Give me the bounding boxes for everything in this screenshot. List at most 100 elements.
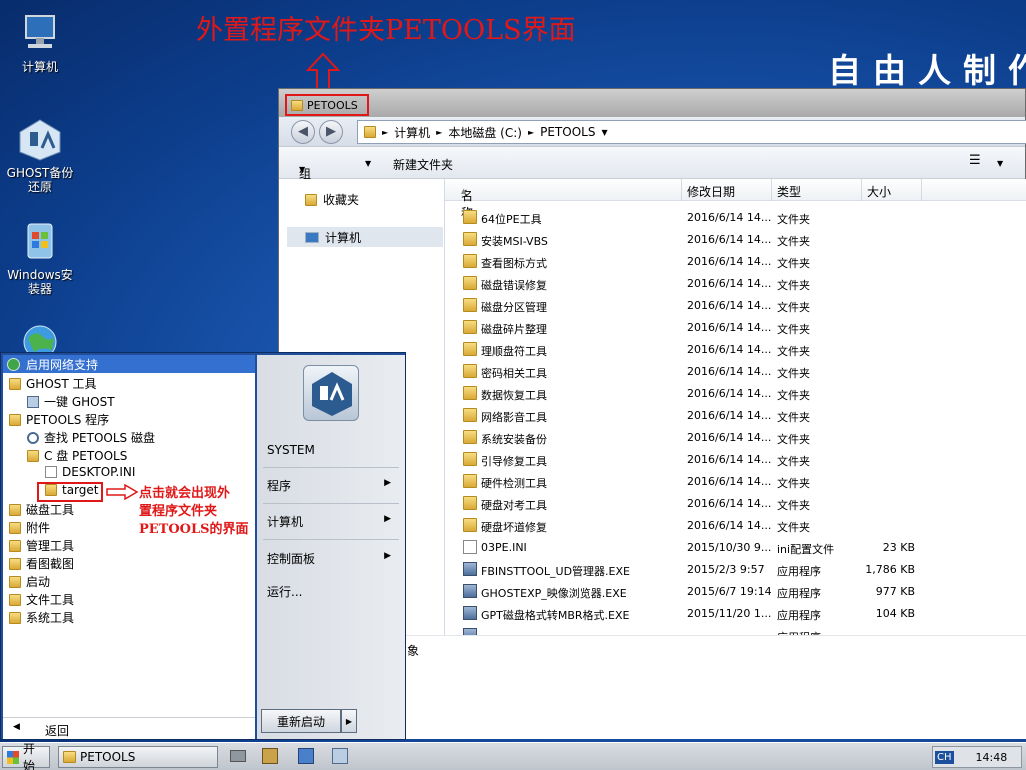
address-bar[interactable]: ► 计算机 ► 本地磁盘 (C:) ► PETOOLS ▼ <box>357 120 1026 144</box>
folder-icon <box>9 539 21 552</box>
file-row[interactable]: 查看图标方式 2016/6/14 14... 文件夹 <box>445 251 1026 273</box>
start-menu-item[interactable]: PETOOLS 程序 <box>9 411 109 428</box>
start-menu-item[interactable]: 磁盘工具 <box>9 501 74 518</box>
start-menu-item[interactable]: 系统工具 <box>9 609 74 626</box>
file-row[interactable]: 密码相关工具 2016/6/14 14... 文件夹 <box>445 361 1026 383</box>
ghost-icon[interactable] <box>332 748 348 764</box>
start-menu-item[interactable]: 文件工具 <box>9 591 74 608</box>
file-row[interactable]: FBINSTTOOL_UD管理器.EXE 2015/2/3 9:57 应用程序 1,7… <box>445 559 1026 581</box>
menu-control-panel[interactable]: 控制面板 ▶ <box>267 550 397 567</box>
language-indicator[interactable]: CH <box>935 750 954 764</box>
file-row[interactable]: 03PE.INI 2015/10/30 9... ini配置文件 23 KB <box>445 537 1026 559</box>
back-link[interactable]: 返回 <box>45 722 69 739</box>
right-arrow-annotation <box>106 484 139 500</box>
start-menu-network-item[interactable]: 启用网络支持 <box>3 355 255 373</box>
clock[interactable]: 14:48 <box>976 751 1008 764</box>
monitor-icon[interactable] <box>298 748 314 764</box>
file-type: 文件夹 <box>777 323 810 336</box>
folder-icon <box>9 593 21 606</box>
start-menu-item[interactable]: 一键 GHOST <box>27 393 115 410</box>
file-name: 查看图标方式 <box>481 257 547 270</box>
file-row[interactable]: 系统安装备份 2016/6/14 14... 文件夹 <box>445 427 1026 449</box>
start-menu-item[interactable]: 看图截图 <box>9 555 74 572</box>
start-menu-item[interactable]: C 盘 PETOOLS <box>27 447 127 464</box>
file-name: GHOSTEXP_映像浏览器.EXE <box>481 587 627 600</box>
file-row[interactable]: GPT磁盘格式转MBR格式.EXE 2015/11/20 1... 应用程序 104 … <box>445 603 1026 625</box>
desktop-icon-windows-installer[interactable]: Windows安装器 <box>2 220 78 296</box>
file-name: 64位PE工具 <box>481 213 542 226</box>
start-menu: 启用网络支持 GHOST 工具 一键 GHOST PETOOLS 程序 查找 PETO… <box>0 352 406 740</box>
file-name: FBINSTTOOL_UD管理器.EXE <box>481 565 630 578</box>
column-modified[interactable]: 修改日期 <box>687 183 735 200</box>
restart-button[interactable]: 重新启动 <box>261 709 341 733</box>
back-button[interactable]: ◀ <box>291 120 315 144</box>
file-row[interactable]: 硬件检测工具 2016/6/14 14... 文件夹 <box>445 471 1026 493</box>
breadcrumb-item[interactable]: 计算机 <box>394 124 430 141</box>
desktop-icon-computer[interactable]: 计算机 <box>2 12 78 74</box>
file-type: 文件夹 <box>777 345 810 358</box>
file-row[interactable]: 硬盘坏道修复 2016/6/14 14... 文件夹 <box>445 515 1026 537</box>
file-size: 1,786 KB <box>865 563 915 576</box>
file-row[interactable]: 磁盘碎片整理 2016/6/14 14... 文件夹 <box>445 317 1026 339</box>
file-date: 2015/6/7 19:14 <box>687 585 772 598</box>
new-folder-button[interactable]: 新建文件夹 <box>393 156 453 173</box>
breadcrumb-item[interactable]: PETOOLS <box>540 125 595 139</box>
file-row[interactable]: GHOSTEXP_映像浏览器.EXE 2015/6/7 19:14 应用程序 977 … <box>445 581 1026 603</box>
breadcrumb-item[interactable]: 本地磁盘 (C:) <box>448 124 522 141</box>
chevron-right-icon[interactable]: ▶ <box>341 709 357 733</box>
file-row[interactable]: 硬盘对考工具 2016/6/14 14... 文件夹 <box>445 493 1026 515</box>
desktop-icon-ghost[interactable]: GHOST备份还原 <box>2 118 78 194</box>
file-row[interactable]: 磁盘分区管理 2016/6/14 14... 文件夹 <box>445 295 1026 317</box>
computer-icon <box>18 12 62 56</box>
start-menu-item[interactable]: DESKTOP.INI <box>45 465 135 479</box>
start-button[interactable]: 开始 <box>2 742 50 770</box>
command-bar: 组织 ▼ ▼ 新建文件夹 ☰ ▼ <box>279 147 1025 198</box>
nav-item-computer[interactable]: 计算机 <box>305 229 361 246</box>
file-size: 104 KB <box>875 607 915 620</box>
folder-icon <box>364 126 376 138</box>
tools-icon[interactable] <box>262 748 278 764</box>
file-row[interactable]: 应用程序 <box>445 625 1026 635</box>
menu-programs[interactable]: 程序 ▶ <box>267 477 397 494</box>
start-menu-item[interactable]: 启动 <box>9 573 50 590</box>
column-type[interactable]: 类型 <box>777 183 801 200</box>
chevron-down-icon[interactable]: ▼ <box>365 159 371 168</box>
folder-icon <box>463 342 477 356</box>
drive-icon[interactable] <box>230 750 246 762</box>
file-row[interactable]: 磁盘错误修复 2016/6/14 14... 文件夹 <box>445 273 1026 295</box>
file-row[interactable]: 数据恢复工具 2016/6/14 14... 文件夹 <box>445 383 1026 405</box>
menu-computer[interactable]: 计算机 ▶ <box>267 513 397 530</box>
menu-run[interactable]: 运行... <box>267 583 397 600</box>
start-menu-item[interactable]: 附件 <box>9 519 50 536</box>
computer-icon <box>305 232 319 243</box>
file-row[interactable]: 安装MSI-VBS 2016/6/14 14... 文件夹 <box>445 229 1026 251</box>
chevron-down-icon[interactable]: ▼ <box>997 159 1003 168</box>
desktop-icon-label: GHOST备份还原 <box>6 166 74 194</box>
file-row[interactable]: 引导修复工具 2016/6/14 14... 文件夹 <box>445 449 1026 471</box>
start-menu-right: SYSTEM 程序 ▶ 计算机 ▶ 控制面板 ▶ 运行... 重新启动 ▶ <box>257 355 405 739</box>
start-menu-item[interactable]: 查找 PETOOLS 磁盘 <box>27 429 155 446</box>
folder-icon <box>9 503 21 516</box>
file-name: 硬盘对考工具 <box>481 499 547 512</box>
file-name: 理顺盘符工具 <box>481 345 547 358</box>
file-date: 2016/6/14 14... <box>687 211 772 224</box>
file-type: 文件夹 <box>777 433 810 446</box>
start-menu-item[interactable]: GHOST 工具 <box>9 375 97 392</box>
forward-button[interactable]: ▶ <box>319 120 343 144</box>
application-icon <box>463 628 477 635</box>
folder-icon <box>9 557 21 570</box>
folder-icon <box>463 430 477 444</box>
file-row[interactable]: 64位PE工具 2016/6/14 14... 文件夹 <box>445 207 1026 229</box>
chevron-down-icon[interactable]: ▼ <box>601 128 607 137</box>
file-date: 2016/6/14 14... <box>687 365 772 378</box>
column-size[interactable]: 大小 <box>867 183 891 200</box>
arrow-left-icon[interactable]: ◀ <box>13 722 20 732</box>
file-row[interactable]: 网络影音工具 2016/6/14 14... 文件夹 <box>445 405 1026 427</box>
nav-item-favorites[interactable]: 收藏夹 <box>305 191 359 208</box>
chevron-right-icon: ► <box>382 127 389 137</box>
window-titlebar[interactable]: PETOOLS <box>279 89 1025 117</box>
start-menu-item[interactable]: 管理工具 <box>9 537 74 554</box>
view-options-icon[interactable]: ☰ <box>969 153 981 168</box>
file-row[interactable]: 理顺盘符工具 2016/6/14 14... 文件夹 <box>445 339 1026 361</box>
taskbar-window-petools[interactable]: PETOOLS <box>58 746 218 768</box>
